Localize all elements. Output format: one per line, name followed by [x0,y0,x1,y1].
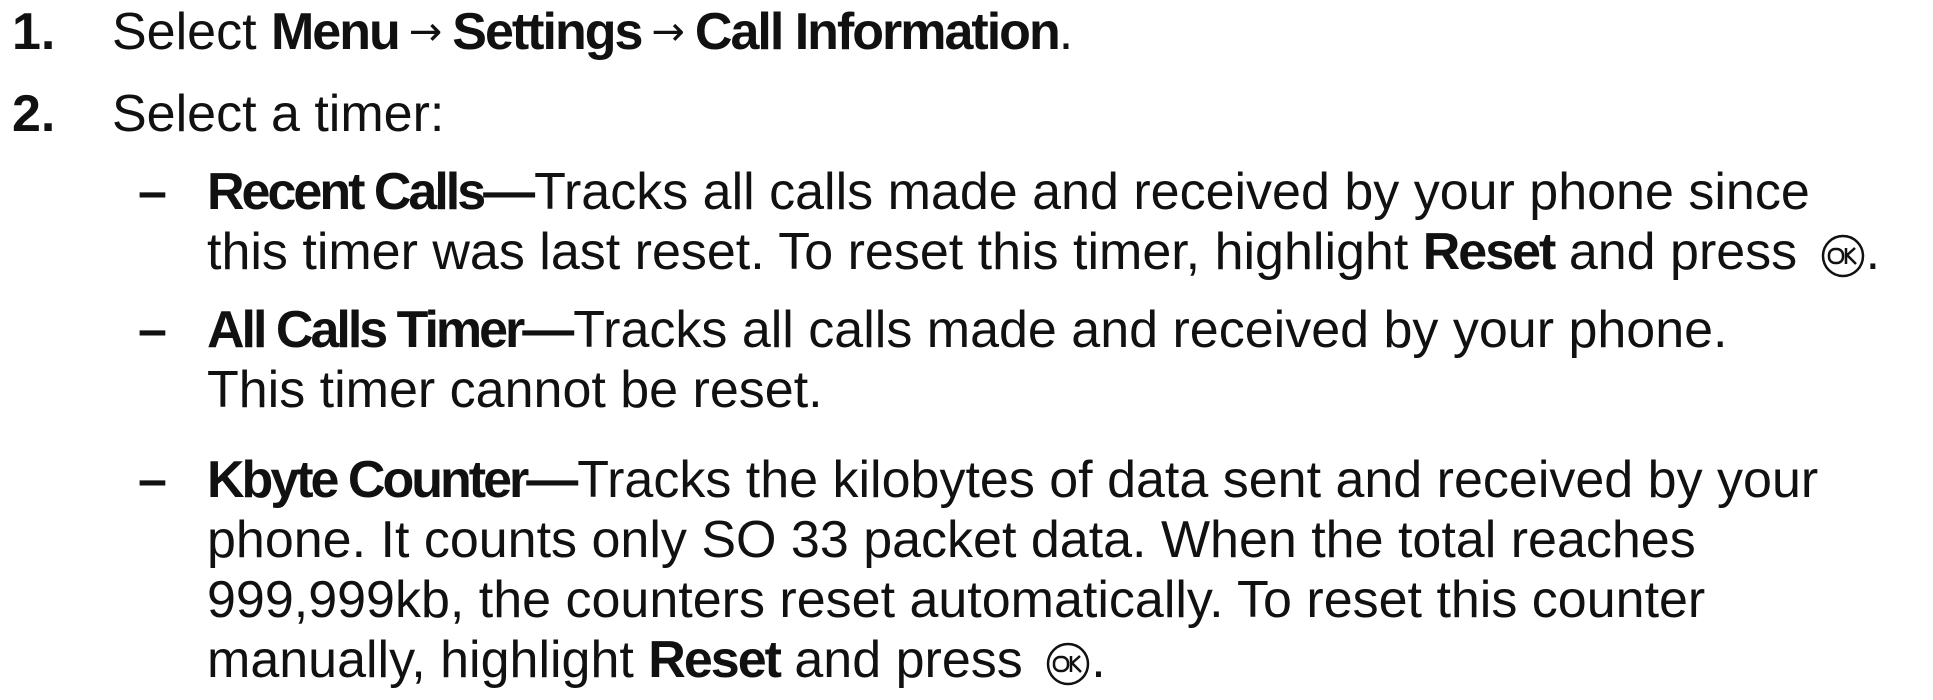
timer-description: this timer was last reset. To reset this… [207,223,1423,281]
timer-description: and press [1554,223,1812,281]
timer-term: Kbyte Counter— [207,451,578,509]
reset-keyword: Reset [648,631,782,689]
sentence-end: . [1091,631,1106,689]
timer-line: All Calls Timer—Tracks all calls made an… [207,300,1728,360]
menu-label: Menu [270,3,401,61]
timer-line: Kbyte Counter—Tracks the kilobytes of da… [207,450,1818,510]
ok-key-icon [1045,640,1091,700]
list-dash: – [138,163,167,221]
call-information-label: Call Information [694,3,1061,61]
timer-term: Recent Calls— [207,163,535,221]
step-text: Select Menu → Settings → Call Information. [112,2,1073,66]
timer-line: phone. It counts only SO 33 packet data.… [207,511,1696,569]
settings-label: Settings [452,3,643,61]
timer-description: manually, highlight [207,631,649,689]
step-text-suffix: . [1058,3,1074,61]
step-number: 1. [12,3,56,61]
timer-line: Recent Calls—Tracks all calls made and r… [207,162,1810,222]
timer-description: Tracks the kilobytes of data sent and re… [577,451,1819,509]
timer-description: Tracks all calls made and received by yo… [534,163,1810,221]
step-text: Select a timer: [112,85,445,143]
ok-key-icon [1820,232,1866,292]
reset-keyword: Reset [1422,223,1557,281]
instructions-document: 1. Select Menu → Settings → Call Information… [0,0,1933,692]
timer-line: 999,999kb, the counters reset automatica… [207,571,1706,629]
timer-line: manually, highlight Reset and press . [207,630,1106,700]
timer-line: this timer was last reset. To reset this… [207,222,1880,292]
list-dash: – [138,451,167,509]
step-text-prefix: Select [112,3,271,61]
timer-description: and press [779,631,1038,689]
arrow-right-icon: → [408,9,443,55]
list-dash: – [138,301,167,359]
step-number: 2. [12,85,56,143]
timer-description: Tracks all calls made and received by yo… [573,301,1728,359]
sentence-end: . [1865,223,1881,281]
arrow-right-icon: → [651,9,685,55]
timer-term: All Calls Timer— [207,301,574,359]
timer-line: This timer cannot be reset. [207,361,823,419]
